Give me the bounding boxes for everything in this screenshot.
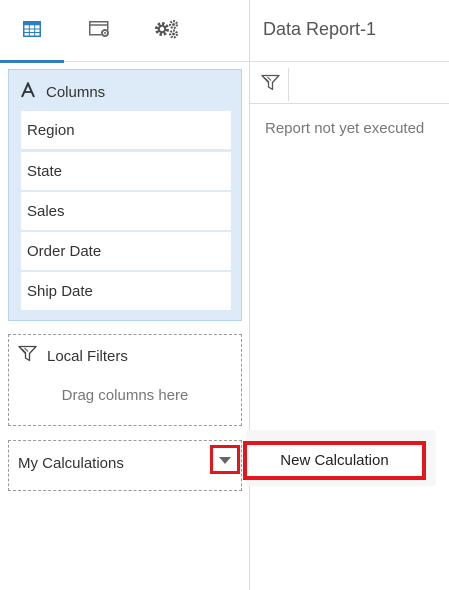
column-item-sales[interactable]: Sales — [21, 192, 231, 230]
column-item-state[interactable]: State — [21, 152, 231, 190]
tab-data-settings[interactable] — [68, 0, 132, 62]
report-status-message: Report not yet executed — [265, 120, 425, 137]
tab-table[interactable] — [0, 0, 64, 63]
filter-icon — [260, 74, 280, 96]
table-icon — [23, 20, 41, 42]
panel-tabbar — [0, 0, 249, 63]
report-filter-toolbar — [250, 62, 449, 104]
local-filters-dropzone[interactable]: Local Filters Drag columns here — [8, 334, 242, 426]
data-settings-icon — [89, 20, 111, 43]
report-filter-button[interactable] — [252, 68, 289, 101]
columns-header: Columns — [20, 80, 105, 104]
left-panel: Columns Region State Sales Order Date Sh… — [0, 0, 250, 590]
my-calculations-title: My Calculations — [18, 455, 124, 472]
new-calculation-menu-item[interactable]: New Calculation — [243, 441, 426, 480]
column-item-ship-date[interactable]: Ship Date — [21, 272, 231, 310]
local-filters-placeholder: Drag columns here — [61, 387, 189, 404]
active-tab-indicator — [0, 60, 64, 63]
calculations-dropdown-button[interactable] — [210, 445, 240, 474]
local-filters-header: Local Filters — [18, 345, 128, 367]
tab-advanced-settings[interactable] — [135, 0, 199, 62]
column-item-region[interactable]: Region — [21, 111, 231, 149]
report-title: Data Report-1 — [263, 19, 377, 39]
column-item-order-date[interactable]: Order Date — [21, 232, 231, 270]
caret-down-icon — [219, 451, 231, 469]
columns-title: Columns — [46, 83, 106, 101]
columns-panel: Columns Region State Sales Order Date Sh… — [8, 69, 242, 321]
gears-icon — [154, 19, 180, 44]
local-filters-title: Local Filters — [47, 347, 128, 365]
text-a-icon — [20, 80, 36, 103]
filter-icon — [18, 345, 37, 367]
my-calculations-panel: My Calculations — [8, 440, 242, 491]
